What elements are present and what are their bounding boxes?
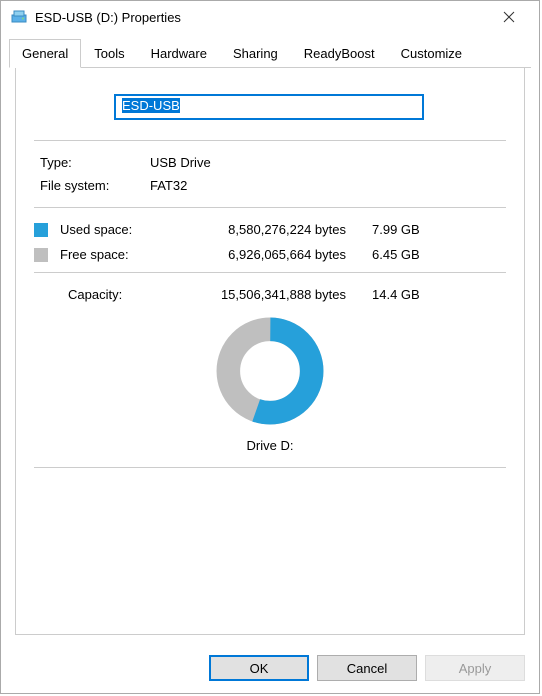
capacity-label: Capacity: <box>34 287 180 302</box>
free-space-label: Free space: <box>60 247 180 262</box>
apply-button[interactable]: Apply <box>425 655 525 681</box>
filesystem-value: FAT32 <box>150 178 506 193</box>
tab-customize[interactable]: Customize <box>388 39 475 68</box>
general-panel: ESD-USB Type: USB Drive File system: FAT… <box>15 68 525 635</box>
used-swatch <box>34 223 48 237</box>
tab-tools[interactable]: Tools <box>81 39 137 68</box>
tab-hardware[interactable]: Hardware <box>138 39 220 68</box>
chart-title: Drive D: <box>247 438 294 453</box>
used-space-bytes: 8,580,276,224 bytes <box>186 222 366 237</box>
dialog-buttons: OK Cancel Apply <box>1 645 539 693</box>
divider <box>34 467 506 468</box>
used-space-label: Used space: <box>60 222 180 237</box>
usage-chart: Drive D: <box>34 310 506 461</box>
tab-strip: General Tools Hardware Sharing ReadyBoos… <box>1 39 539 68</box>
filesystem-label: File system: <box>40 178 140 193</box>
tab-sharing[interactable]: Sharing <box>220 39 291 68</box>
drive-icon <box>11 9 27 25</box>
divider <box>34 140 506 141</box>
window-title: ESD-USB (D:) Properties <box>35 10 489 25</box>
ok-button[interactable]: OK <box>209 655 309 681</box>
divider <box>34 207 506 208</box>
free-space-gb: 6.45 GB <box>372 247 452 262</box>
used-space-gb: 7.99 GB <box>372 222 452 237</box>
tab-general[interactable]: General <box>9 39 81 68</box>
pie-chart <box>215 316 325 426</box>
free-swatch <box>34 248 48 262</box>
titlebar: ESD-USB (D:) Properties <box>1 1 539 33</box>
cancel-button[interactable]: Cancel <box>317 655 417 681</box>
drive-name-input[interactable]: ESD-USB <box>114 94 424 120</box>
capacity-gb: 14.4 GB <box>372 287 452 302</box>
tab-readyboost[interactable]: ReadyBoost <box>291 39 388 68</box>
capacity-bytes: 15,506,341,888 bytes <box>186 287 366 302</box>
close-button[interactable] <box>489 2 529 32</box>
type-label: Type: <box>40 155 140 170</box>
properties-window: ESD-USB (D:) Properties General Tools Ha… <box>0 0 540 694</box>
free-space-bytes: 6,926,065,664 bytes <box>186 247 366 262</box>
divider <box>34 272 506 273</box>
close-icon <box>503 11 515 23</box>
type-value: USB Drive <box>150 155 506 170</box>
